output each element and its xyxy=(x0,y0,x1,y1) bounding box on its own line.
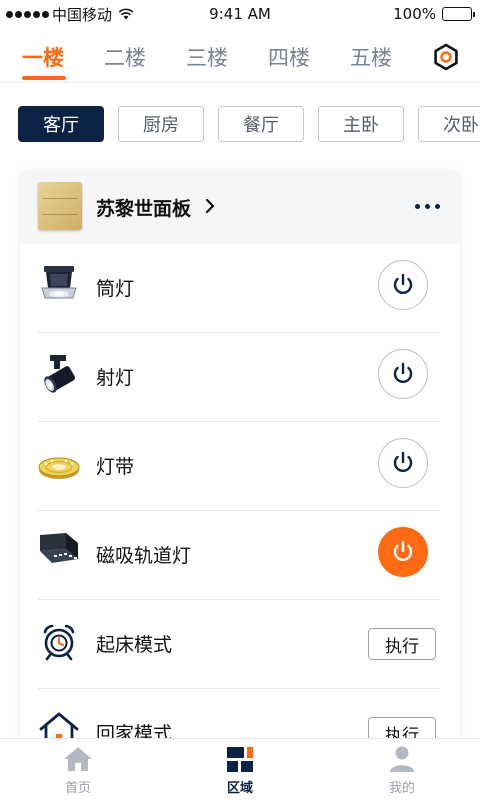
profile-icon xyxy=(390,746,414,772)
header-divider xyxy=(0,82,480,83)
room-chips: 客厅 厨房 餐厅 主卧 次卧 xyxy=(0,106,480,144)
device-name: 射灯 xyxy=(96,367,135,389)
power-toggle-button[interactable] xyxy=(378,527,428,577)
nav-label-home: 首页 xyxy=(64,781,91,796)
floor-tabs: 一楼 二楼 三楼 四楼 五楼 xyxy=(0,38,480,82)
power-icon xyxy=(393,540,413,561)
alarm-clock-icon xyxy=(43,624,75,661)
nav-item-home[interactable]: 首页 xyxy=(38,745,118,796)
hex-settings-icon[interactable] xyxy=(432,43,460,71)
device-name: 灯带 xyxy=(96,456,135,478)
room-chip-living[interactable]: 客厅 xyxy=(18,106,104,142)
area-grid-icon xyxy=(227,747,253,772)
panel-title[interactable]: 苏黎世面板 xyxy=(96,194,191,221)
power-toggle-button[interactable] xyxy=(378,349,428,399)
battery-icon xyxy=(442,7,475,21)
nav-item-profile[interactable]: 我的 xyxy=(362,745,442,796)
device-name: 磁吸轨道灯 xyxy=(96,545,192,567)
device-row: 射灯 xyxy=(20,333,460,422)
floor-tab-5[interactable]: 五楼 xyxy=(350,42,392,72)
panel-card: 苏黎世面板 筒灯 射灯 灯带 磁吸轨道灯 起床模式 执行 回家模式 执行 xyxy=(20,170,460,800)
scene-row: 起床模式 执行 xyxy=(20,600,460,689)
downlight-icon xyxy=(41,266,77,299)
power-icon xyxy=(393,451,413,472)
nav-label-profile: 我的 xyxy=(388,781,415,796)
scene-name: 起床模式 xyxy=(96,634,173,656)
home-nav-icon xyxy=(64,747,92,771)
device-row: 灯带 xyxy=(20,422,460,511)
floor-tab-4[interactable]: 四楼 xyxy=(268,42,310,72)
nav-label-area: 区域 xyxy=(226,781,253,796)
spotlight-icon xyxy=(44,355,76,393)
device-row: 磁吸轨道灯 xyxy=(20,511,460,600)
power-icon xyxy=(393,273,413,294)
floor-tab-2[interactable]: 二楼 xyxy=(104,42,146,72)
power-icon xyxy=(393,362,413,383)
bottom-nav: 首页 区域 我的 xyxy=(0,738,480,800)
power-toggle-button[interactable] xyxy=(378,438,428,488)
device-name: 筒灯 xyxy=(96,278,135,300)
track-light-icon xyxy=(40,533,78,563)
chevron-right-icon xyxy=(205,198,215,214)
light-strip-icon xyxy=(38,457,80,479)
panel-thumbnail xyxy=(38,182,82,230)
nav-item-area[interactable]: 区域 xyxy=(200,745,280,796)
power-toggle-button[interactable] xyxy=(378,260,428,310)
device-row: 筒灯 xyxy=(20,244,460,333)
floor-tab-1[interactable]: 一楼 xyxy=(22,42,64,72)
room-chip-kitchen[interactable]: 厨房 xyxy=(118,106,204,142)
room-chip-second-bedroom[interactable]: 次卧 xyxy=(418,106,480,142)
floor-tab-indicator xyxy=(22,76,66,80)
status-bar: 中国移动 9:41 AM 100% xyxy=(0,0,480,28)
more-icon[interactable] xyxy=(415,204,440,209)
floor-tab-3[interactable]: 三楼 xyxy=(186,42,228,72)
battery-percent: 100% xyxy=(393,5,436,23)
room-chip-master-bedroom[interactable]: 主卧 xyxy=(318,106,404,142)
execute-scene-button[interactable]: 执行 xyxy=(368,628,436,660)
room-chip-dining[interactable]: 餐厅 xyxy=(218,106,304,142)
panel-header[interactable]: 苏黎世面板 xyxy=(20,170,460,244)
status-right: 100% xyxy=(393,5,475,23)
